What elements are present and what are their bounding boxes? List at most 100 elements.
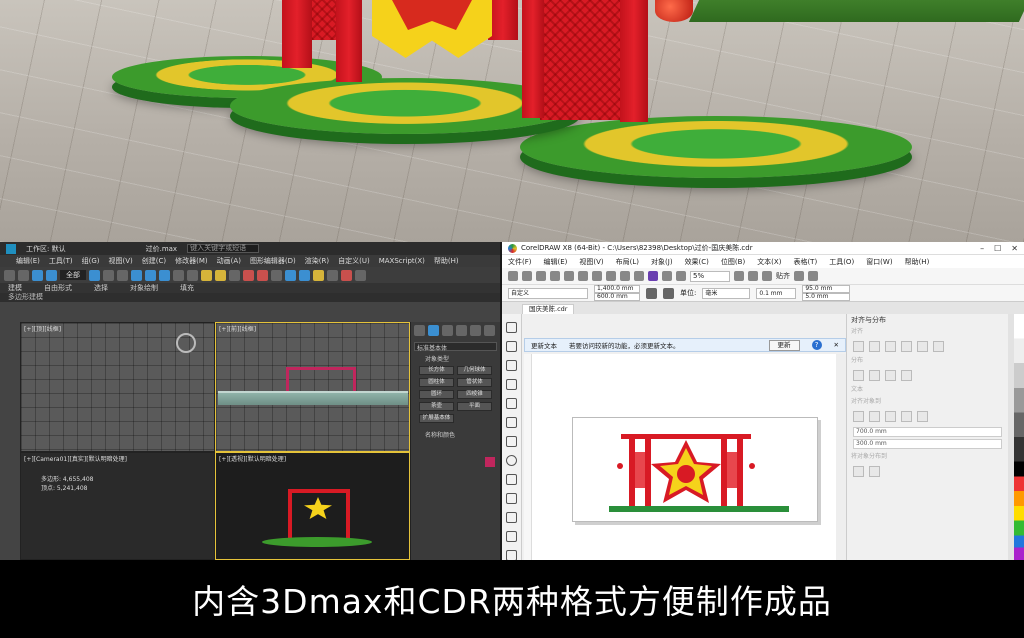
motion-icon[interactable] (456, 325, 467, 336)
max-search-input[interactable]: 键入关键字或短语 (187, 244, 260, 253)
create-icon[interactable] (414, 325, 425, 336)
new-document-icon[interactable] (508, 271, 518, 281)
menu-item[interactable]: 视图(V) (109, 256, 133, 266)
export-icon[interactable] (662, 271, 672, 281)
parallel-dimension-icon[interactable] (506, 512, 517, 523)
rect-select-icon[interactable] (117, 269, 128, 281)
material-editor-icon[interactable] (313, 269, 324, 281)
page-width-input[interactable]: 1,400.0 mm (594, 285, 640, 293)
open-icon[interactable] (522, 271, 532, 281)
copy-icon[interactable] (578, 271, 588, 281)
menu-item[interactable]: 编辑(E) (16, 256, 40, 266)
align-top-icon[interactable] (901, 341, 912, 352)
selection-extent-icon[interactable] (853, 466, 864, 477)
primitive-button[interactable]: 圆环 (419, 390, 454, 399)
undo-icon[interactable] (606, 271, 616, 281)
import-icon[interactable] (648, 271, 658, 281)
portrait-icon[interactable] (646, 287, 657, 299)
schematic-icon[interactable] (299, 269, 310, 281)
menu-item[interactable]: 动画(A) (217, 256, 241, 266)
distribute-center-icon[interactable] (869, 370, 880, 381)
distribute-spacing-icon[interactable] (901, 370, 912, 381)
drawing-page[interactable] (572, 417, 818, 522)
redo-icon[interactable] (620, 271, 630, 281)
publish-pdf-icon[interactable] (676, 271, 686, 281)
primitive-button[interactable]: 四棱锥 (457, 390, 492, 399)
view-all-select[interactable]: 全部 (60, 270, 86, 280)
primitive-button[interactable]: 长方体 (419, 366, 454, 375)
pivot-icon[interactable] (187, 269, 198, 281)
link-icon[interactable] (32, 269, 43, 281)
units-select[interactable]: 毫米 (702, 287, 751, 299)
primitive-button[interactable]: 几何球体 (457, 366, 492, 375)
menu-item[interactable]: 布局(L) (616, 257, 639, 267)
save-icon[interactable] (536, 271, 546, 281)
move-icon[interactable] (131, 269, 142, 281)
distribute-left-icon[interactable] (853, 370, 864, 381)
menu-item[interactable]: 帮助(H) (905, 257, 930, 267)
angle-snap-icon[interactable] (215, 269, 226, 281)
active-objects-icon[interactable] (853, 411, 864, 422)
scale-icon[interactable] (159, 269, 170, 281)
app-launcher-icon[interactable] (808, 271, 818, 281)
notice-close-icon[interactable]: ✕ (834, 341, 839, 349)
full-screen-icon[interactable] (734, 271, 744, 281)
render-icon[interactable] (341, 269, 352, 281)
render-setup-icon[interactable] (327, 269, 338, 281)
render-frame-icon[interactable] (355, 269, 366, 281)
undo-icon[interactable] (4, 269, 15, 281)
menu-item[interactable]: 帮助(H) (434, 256, 459, 266)
pick-tool-icon[interactable] (506, 322, 517, 333)
page-edge-icon[interactable] (869, 411, 880, 422)
ribbon-tab[interactable]: 选择 (94, 283, 108, 293)
rectangle-tool-icon[interactable] (506, 436, 517, 447)
viewport-label[interactable]: [+][透视][默认明暗处理] (219, 454, 286, 463)
nudge-distance-input[interactable]: 0.1 mm (756, 287, 797, 299)
percent-snap-icon[interactable] (229, 269, 240, 281)
menu-item[interactable]: 文件(F) (508, 257, 532, 267)
ribbon-tab[interactable]: 自由形式 (44, 283, 72, 293)
max-workspace[interactable]: 工作区: 默认 (26, 244, 66, 254)
redo-icon[interactable] (18, 269, 29, 281)
hierarchy-icon[interactable] (442, 325, 453, 336)
menu-item[interactable]: 工具(O) (829, 257, 854, 267)
viewport-top[interactable]: [+][顶][线框] (20, 322, 215, 452)
duplicate-x-input[interactable]: 95.0 mm (802, 285, 851, 293)
ribbon-tab[interactable]: 填充 (180, 283, 194, 293)
unlink-icon[interactable] (46, 269, 57, 281)
menu-item[interactable]: 文本(X) (757, 257, 781, 267)
menu-item[interactable]: 效果(C) (685, 257, 709, 267)
page-height-input[interactable]: 600.0 mm (594, 293, 640, 301)
menu-item[interactable]: 修改器(M) (175, 256, 208, 266)
curve-editor-icon[interactable] (285, 269, 296, 281)
paste-icon[interactable] (592, 271, 602, 281)
menu-item[interactable]: 位图(B) (721, 257, 745, 267)
primitive-button[interactable]: 扩展基本体 (419, 414, 454, 423)
viewport-camera[interactable]: [+][Camera01][真实][默认明暗处理] 多边形: 4,655,408… (20, 452, 215, 560)
modify-icon[interactable] (428, 325, 439, 336)
align-right-icon[interactable] (885, 341, 896, 352)
object-color-swatch[interactable] (485, 457, 495, 467)
display-icon[interactable] (470, 325, 481, 336)
primitive-button[interactable]: 平面 (457, 402, 492, 411)
freehand-tool-icon[interactable] (506, 398, 517, 409)
viewcube-icon[interactable] (176, 333, 196, 353)
menu-item[interactable]: 渲染(R) (305, 256, 329, 266)
update-button[interactable]: 更新 (768, 339, 800, 351)
menu-item[interactable]: 工具(T) (49, 256, 73, 266)
select-icon[interactable] (89, 269, 100, 281)
page-preset-select[interactable]: 自定义 (508, 287, 588, 299)
menu-item[interactable]: MAXScript(X) (379, 257, 425, 265)
page-center-icon[interactable] (885, 411, 896, 422)
ribbon-tab[interactable]: 建模 (8, 283, 22, 293)
zoom-tool-icon[interactable] (506, 379, 517, 390)
connector-tool-icon[interactable] (506, 531, 517, 542)
close-icon[interactable]: ✕ (1011, 244, 1018, 253)
menu-item[interactable]: 自定义(U) (338, 256, 370, 266)
select-by-name-icon[interactable] (103, 269, 114, 281)
viewport-label[interactable]: [+][顶][线框] (24, 324, 61, 333)
align-x-input[interactable]: 700.0 mm (853, 427, 1002, 437)
menu-item[interactable]: 创建(C) (142, 256, 166, 266)
cut-icon[interactable] (564, 271, 574, 281)
minimize-icon[interactable]: – (980, 244, 984, 253)
